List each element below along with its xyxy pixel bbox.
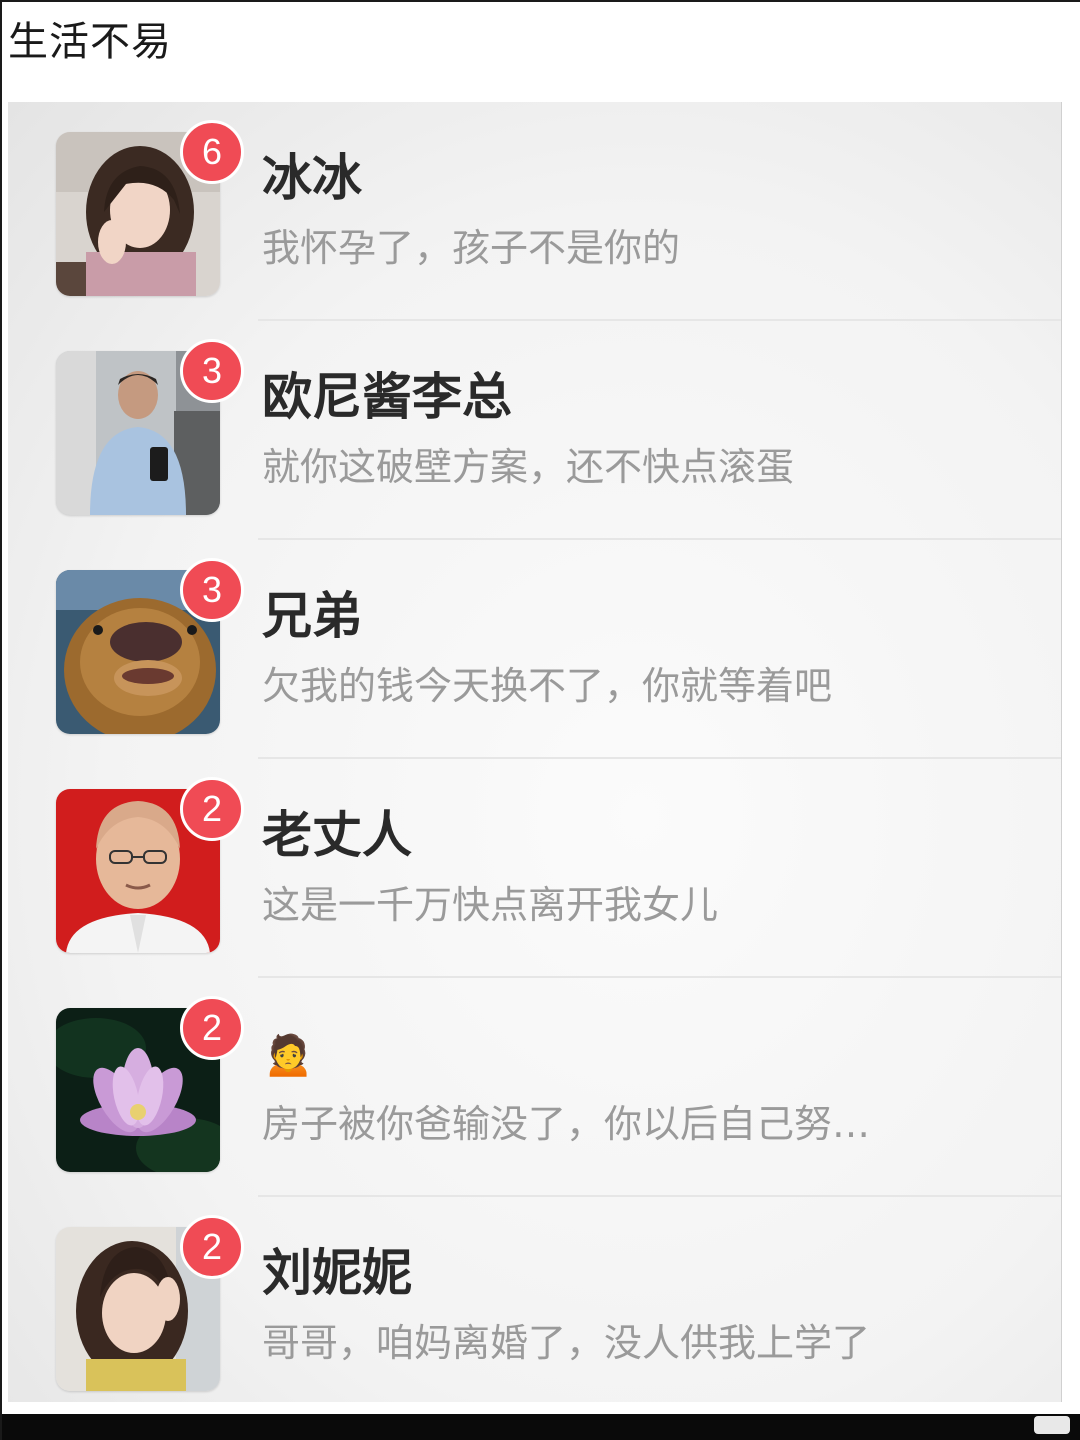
chat-item-liu-nini[interactable]: 2 刘妮妮 哥哥，咱妈离婚了，没人供我上学了	[8, 1197, 1061, 1402]
contact-name: 刘妮妮	[262, 1244, 412, 1302]
contact-name: 欧尼酱李总	[262, 368, 512, 426]
chat-item-father-in-law[interactable]: 2 老丈人 这是一千万快点离开我女儿	[8, 759, 1061, 978]
unread-count-badge: 2	[180, 777, 244, 841]
chat-item-boss-li[interactable]: 3 欧尼酱李总 就你这破壁方案，还不快点滚蛋	[8, 321, 1061, 540]
unread-count-badge: 2	[180, 996, 244, 1060]
unread-count-badge: 3	[180, 339, 244, 403]
message-preview: 房子被你爸输没了，你以后自己努…	[262, 1102, 871, 1146]
chat-item-emoji-contact[interactable]: 2 🙍 房子被你爸输没了，你以后自己努…	[8, 978, 1061, 1197]
message-preview: 哥哥，咱妈离婚了，没人供我上学了	[262, 1321, 871, 1365]
chat-item-brother[interactable]: 3 兄弟 欠我的钱今天换不了，你就等着吧	[8, 540, 1061, 759]
message-preview: 欠我的钱今天换不了，你就等着吧	[262, 664, 833, 708]
message-preview: 就你这破壁方案，还不快点滚蛋	[262, 445, 795, 489]
contact-name: 兄弟	[262, 587, 362, 645]
bottom-bar	[2, 1414, 1080, 1440]
watermark-logo	[1034, 1416, 1070, 1434]
unread-count-badge: 2	[180, 1215, 244, 1279]
post-title: 生活不易	[8, 19, 172, 65]
unread-count-badge: 3	[180, 558, 244, 622]
message-preview: 这是一千万快点离开我女儿	[262, 883, 719, 927]
contact-name: 老丈人	[262, 806, 412, 864]
contact-name: 🙍	[262, 1029, 315, 1078]
message-preview: 我怀孕了，孩子不是你的	[262, 226, 681, 270]
chat-list: 6 冰冰 我怀孕了，孩子不是你的 3 欧尼酱李总 就你这破壁方案，还不快点滚蛋 …	[8, 102, 1061, 1402]
chat-item-bingbing[interactable]: 6 冰冰 我怀孕了，孩子不是你的	[8, 102, 1061, 321]
contact-name: 冰冰	[262, 149, 362, 207]
chat-screenshot: 6 冰冰 我怀孕了，孩子不是你的 3 欧尼酱李总 就你这破壁方案，还不快点滚蛋 …	[8, 102, 1062, 1402]
unread-count-badge: 6	[180, 120, 244, 184]
post-page: 生活不易 6 冰冰 我怀孕了，孩子不是你的 3 欧尼酱李总 就你这破壁方案，还不…	[0, 0, 1080, 1440]
